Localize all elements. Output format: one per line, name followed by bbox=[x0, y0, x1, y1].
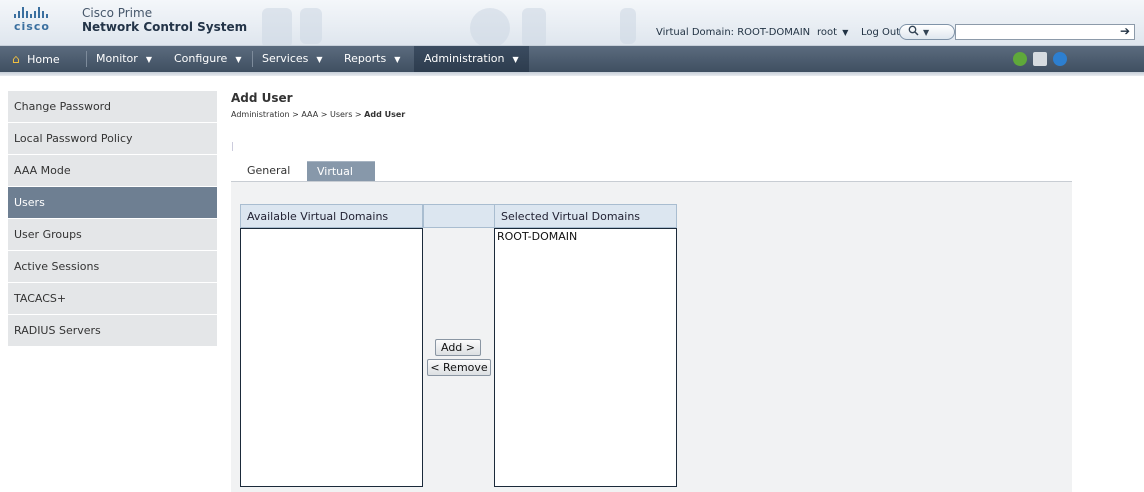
list-item[interactable]: ROOT-DOMAIN bbox=[495, 229, 676, 244]
chevron-down-icon: ▼ bbox=[512, 55, 519, 64]
product-line2: Network Control System bbox=[82, 20, 248, 34]
divider bbox=[232, 142, 233, 151]
user-menu[interactable]: root ▼ bbox=[817, 27, 848, 38]
transfer-header bbox=[423, 204, 495, 228]
search-input[interactable]: ➔ bbox=[955, 24, 1135, 40]
nav-separator bbox=[86, 51, 87, 67]
sidebar: Change Password Local Password Policy AA… bbox=[8, 91, 217, 347]
logout-link[interactable]: Log Out bbox=[861, 27, 900, 38]
virtual-domain-label: Virtual Domain: ROOT-DOMAIN bbox=[656, 27, 811, 38]
breadcrumb: Administration > AAA > Users > Add User bbox=[231, 110, 405, 119]
nav-administration-label: Administration bbox=[424, 52, 505, 65]
sidebar-item-active-sessions[interactable]: Active Sessions bbox=[8, 251, 217, 283]
header-decoration bbox=[470, 8, 510, 45]
main-nav: ⌂ Home Monitor ▼ Configure ▼ Services ▼ Rep… bbox=[0, 46, 1144, 72]
available-domains-list[interactable] bbox=[240, 228, 423, 487]
nav-services[interactable]: Services ▼ bbox=[262, 46, 323, 72]
chevron-down-icon: ▼ bbox=[235, 55, 242, 64]
nav-separator bbox=[252, 51, 253, 67]
arrow-right-icon[interactable]: ➔ bbox=[1120, 24, 1130, 38]
nav-reports[interactable]: Reports ▼ bbox=[344, 46, 400, 72]
nav-configure-label: Configure bbox=[174, 52, 228, 65]
chevron-down-icon: ▼ bbox=[842, 28, 849, 37]
available-domains-header: Available Virtual Domains bbox=[240, 204, 423, 228]
header-decoration bbox=[522, 8, 546, 45]
nav-monitor-label: Monitor bbox=[96, 52, 138, 65]
home-icon: ⌂ bbox=[12, 52, 20, 66]
nav-configure[interactable]: Configure ▼ bbox=[174, 46, 241, 72]
nav-home-label: Home bbox=[27, 53, 60, 66]
app-header: cisco Cisco Prime Network Control System… bbox=[0, 0, 1144, 46]
print-icon[interactable] bbox=[1033, 52, 1047, 66]
add-button[interactable]: Add > bbox=[435, 339, 481, 356]
virtual-domains-panel: Available Virtual Domains Selected Virtu… bbox=[231, 182, 1072, 492]
chevron-down-icon: ▼ bbox=[145, 55, 152, 64]
nav-administration[interactable]: Administration ▼ bbox=[414, 46, 529, 72]
user-menu-label: root bbox=[817, 27, 838, 38]
sidebar-item-user-groups[interactable]: User Groups bbox=[8, 219, 217, 251]
header-decoration bbox=[620, 8, 636, 44]
nav-tools bbox=[993, 46, 1067, 72]
page-title: Add User bbox=[231, 91, 293, 105]
header-decoration bbox=[300, 8, 322, 44]
nav-home[interactable]: ⌂ Home bbox=[12, 46, 60, 72]
breadcrumb-current: Add User bbox=[364, 110, 406, 119]
sidebar-item-radius-servers[interactable]: RADIUS Servers bbox=[8, 315, 217, 347]
product-line1: Cisco Prime bbox=[82, 6, 153, 20]
search-icon bbox=[908, 25, 919, 39]
nav-monitor[interactable]: Monitor ▼ bbox=[96, 46, 152, 72]
logo-text: cisco bbox=[14, 20, 50, 33]
tab-virtual-domains[interactable]: Virtual Domains bbox=[307, 161, 376, 198]
tab-general[interactable]: General bbox=[237, 161, 300, 181]
sidebar-item-users[interactable]: Users bbox=[8, 187, 217, 219]
chevron-down-icon: ▼ bbox=[923, 27, 930, 37]
refresh-icon[interactable] bbox=[1013, 52, 1027, 66]
nav-services-label: Services bbox=[262, 52, 309, 65]
product-name: Cisco Prime Network Control System bbox=[82, 6, 247, 34]
cisco-logo: cisco bbox=[14, 6, 74, 36]
breadcrumb-path: Administration > AAA > Users > bbox=[231, 110, 365, 119]
sidebar-item-aaa-mode[interactable]: AAA Mode bbox=[8, 155, 217, 187]
selected-domains-list[interactable]: ROOT-DOMAIN bbox=[494, 228, 677, 487]
nav-reports-label: Reports bbox=[344, 52, 387, 65]
chevron-down-icon: ▼ bbox=[394, 55, 401, 64]
selected-domains-header: Selected Virtual Domains bbox=[494, 204, 677, 228]
sidebar-item-change-password[interactable]: Change Password bbox=[8, 91, 217, 123]
chevron-down-icon: ▼ bbox=[316, 55, 323, 64]
sidebar-item-tacacs[interactable]: TACACS+ bbox=[8, 283, 217, 315]
nav-shadow bbox=[0, 72, 1144, 76]
header-decoration bbox=[262, 8, 292, 45]
sidebar-item-local-password-policy[interactable]: Local Password Policy bbox=[8, 123, 217, 155]
help-icon[interactable] bbox=[1053, 52, 1067, 66]
search-scope-button[interactable]: ▼ bbox=[899, 24, 955, 40]
remove-button[interactable]: < Remove bbox=[427, 359, 491, 376]
